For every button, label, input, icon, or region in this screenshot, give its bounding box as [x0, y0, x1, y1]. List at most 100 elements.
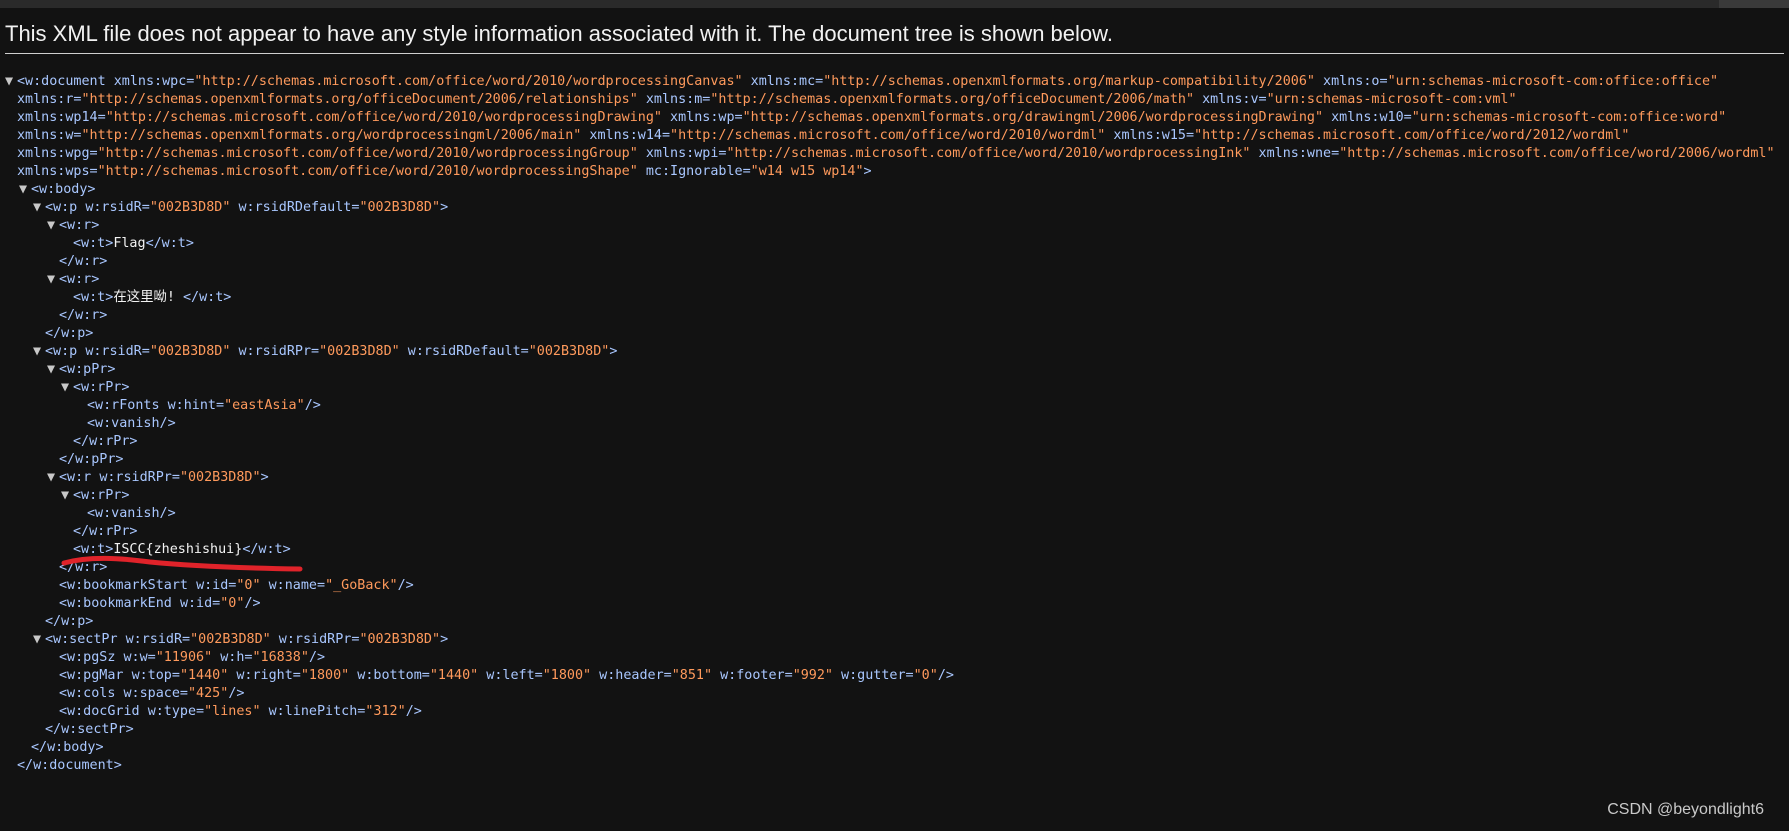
xml-attribute-value: "http://schemas.openxmlformats.org/drawi…	[742, 110, 1324, 125]
xml-tag: <w:r>	[59, 272, 100, 287]
xml-attribute-name: w:rsidR=	[85, 344, 150, 359]
xml-tree-line: <w:rFonts w:hint="eastAsia"/>	[5, 397, 1784, 415]
xml-tag: <w:p	[45, 200, 86, 215]
xml-tag: />	[937, 668, 954, 683]
xml-no-style-banner: This XML file does not appear to have an…	[5, 20, 1784, 54]
xml-tag: </w:r>	[59, 560, 108, 575]
xml-tree-line: <w:t>Flag</w:t>	[5, 235, 1784, 253]
xml-attribute-name: xmlns:wpg=	[17, 146, 98, 161]
xml-tag: </w:r>	[59, 308, 108, 323]
xml-attribute-name: xmlns:wpc=	[113, 74, 195, 89]
xml-tree-line: <w:vanish/>	[5, 415, 1784, 433]
xml-attribute-name: w:footer=	[712, 668, 793, 683]
xml-attribute-value: "http://schemas.openxmlformats.org/offic…	[81, 92, 638, 107]
xml-attribute-value: "http://schemas.microsoft.com/office/wor…	[97, 164, 638, 179]
browser-top-strip-accent	[1719, 0, 1789, 8]
xml-tree-line: ▼ <w:sectPr w:rsidR="002B3D8D" w:rsidRPr=…	[5, 631, 1784, 649]
xml-attribute-name: xmlns:wp14=	[17, 110, 106, 125]
xml-tree-line: </w:rPr>	[5, 523, 1784, 541]
xml-attribute-value: "0"	[913, 668, 938, 683]
xml-attribute-value: "002B3D8D"	[149, 344, 231, 359]
xml-tag: </w:sectPr>	[45, 722, 134, 737]
xml-attribute-value: "http://schemas.microsoft.com/office/wor…	[97, 146, 638, 161]
xml-tag: </w:pPr>	[59, 452, 124, 467]
xml-attribute-name: w:hint=	[167, 398, 225, 413]
expand-collapse-triangle-icon[interactable]: ▼	[47, 469, 59, 487]
xml-attribute-continuation-line: xmlns:wpg="http://schemas.microsoft.com/…	[5, 145, 1784, 163]
xml-tag: >	[609, 344, 618, 359]
xml-tree-line: </w:p>	[5, 613, 1784, 631]
xml-tag: <w:body>	[31, 182, 96, 197]
xml-tag: </w:t>	[183, 290, 232, 305]
xml-tag: <w:t>	[73, 236, 114, 251]
xml-tag: </w:document>	[17, 758, 122, 773]
xml-attribute-value: "urn:schemas-microsoft-com:office:office…	[1387, 74, 1719, 89]
xml-tree-line: <w:bookmarkStart w:id="0" w:name="_GoBac…	[5, 577, 1784, 595]
xml-tag: />	[304, 398, 321, 413]
expand-collapse-triangle-icon[interactable]: ▼	[19, 181, 31, 199]
xml-tree-line: <w:pgMar w:top="1440" w:right="1800" w:b…	[5, 667, 1784, 685]
xml-tag: </w:rPr>	[73, 434, 138, 449]
xml-tag: </w:p>	[45, 614, 94, 629]
xml-attribute-name: w:gutter=	[833, 668, 914, 683]
xml-attribute-value: "eastAsia"	[224, 398, 305, 413]
xml-tag: </w:p>	[45, 326, 94, 341]
xml-attribute-value: "http://schemas.microsoft.com/office/wor…	[670, 128, 1106, 143]
xml-attribute-value: "http://schemas.openxmlformats.org/wordp…	[81, 128, 582, 143]
xml-attribute-name: w:rsidRPr=	[99, 470, 180, 485]
xml-attribute-value: "http://schemas.microsoft.com/office/wor…	[194, 74, 743, 89]
xml-attribute-name: mc:Ignorable=	[637, 164, 751, 179]
xml-attribute-value: "1440"	[429, 668, 479, 683]
xml-attribute-name: w:name=	[260, 578, 326, 593]
xml-tag: <w:p	[45, 344, 86, 359]
expand-collapse-triangle-icon[interactable]: ▼	[5, 73, 17, 91]
xml-attribute-value: "312"	[365, 704, 406, 719]
xml-tree-line: <w:bookmarkEnd w:id="0"/>	[5, 595, 1784, 613]
xml-tree-line: ▼ <w:pPr>	[5, 361, 1784, 379]
xml-tag: <w:sectPr	[45, 632, 126, 647]
xml-tag: <w:rPr>	[73, 488, 130, 503]
xml-tag: <w:pPr>	[59, 362, 116, 377]
xml-attribute-continuation-line: xmlns:wp14="http://schemas.microsoft.com…	[5, 109, 1784, 127]
xml-attribute-value: "1800"	[542, 668, 592, 683]
xml-tag: >	[260, 470, 269, 485]
expand-collapse-triangle-icon[interactable]: ▼	[47, 271, 59, 289]
xml-tree-line: <w:docGrid w:type="lines" w:linePitch="3…	[5, 703, 1784, 721]
xml-attribute-name: w:linePitch=	[260, 704, 366, 719]
xml-attribute-name: w:rsidRDefault=	[230, 200, 360, 215]
xml-text-node: ISCC{zheshishui}	[113, 542, 243, 557]
expand-collapse-triangle-icon[interactable]: ▼	[33, 199, 45, 217]
xml-tag: </w:r>	[59, 254, 108, 269]
xml-tree-line: ▼ <w:p w:rsidR="002B3D8D" w:rsidRPr="002B…	[5, 343, 1784, 361]
xml-tag: <w:rPr>	[73, 380, 130, 395]
xml-attribute-name: w:id=	[196, 578, 237, 593]
xml-tree-line: </w:r>	[5, 307, 1784, 325]
expand-collapse-triangle-icon[interactable]: ▼	[33, 631, 45, 649]
expand-collapse-triangle-icon[interactable]: ▼	[61, 379, 73, 397]
xml-attribute-name: w:rsidRDefault=	[399, 344, 529, 359]
xml-attribute-value: "http://schemas.openxmlformats.org/marku…	[823, 74, 1315, 89]
xml-attribute-name: w:space=	[123, 686, 189, 701]
xml-tag: />	[308, 650, 326, 665]
xml-attribute-value: "http://schemas.microsoft.com/office/wor…	[726, 146, 1251, 161]
xml-attribute-value: "002B3D8D"	[319, 344, 400, 359]
xml-tag: <w:rFonts	[87, 398, 168, 413]
xml-tag: >	[440, 200, 449, 215]
xml-attribute-value: "http://schemas.openxmlformats.org/offic…	[710, 92, 1195, 107]
expand-collapse-triangle-icon[interactable]: ▼	[61, 487, 73, 505]
expand-collapse-triangle-icon[interactable]: ▼	[47, 361, 59, 379]
xml-tag: <w:t>	[73, 290, 114, 305]
expand-collapse-triangle-icon[interactable]: ▼	[47, 217, 59, 235]
xml-attribute-name: w:id=	[179, 596, 221, 611]
xml-attribute-value: "w14 w15 wp14"	[750, 164, 864, 179]
xml-text-node: Flag	[113, 236, 146, 251]
xml-attribute-name: xmlns:v=	[1194, 92, 1267, 107]
xml-tag: <w:cols	[59, 686, 124, 701]
xml-tag: />	[228, 686, 245, 701]
xml-attribute-value: "002B3D8D"	[149, 200, 231, 215]
xml-attribute-name: xmlns:m=	[637, 92, 711, 107]
expand-collapse-triangle-icon[interactable]: ▼	[33, 343, 45, 361]
xml-attribute-name: xmlns:w15=	[1105, 128, 1195, 143]
xml-attribute-value: "851"	[671, 668, 713, 683]
xml-attribute-continuation-line: xmlns:w="http://schemas.openxmlformats.o…	[5, 127, 1784, 145]
